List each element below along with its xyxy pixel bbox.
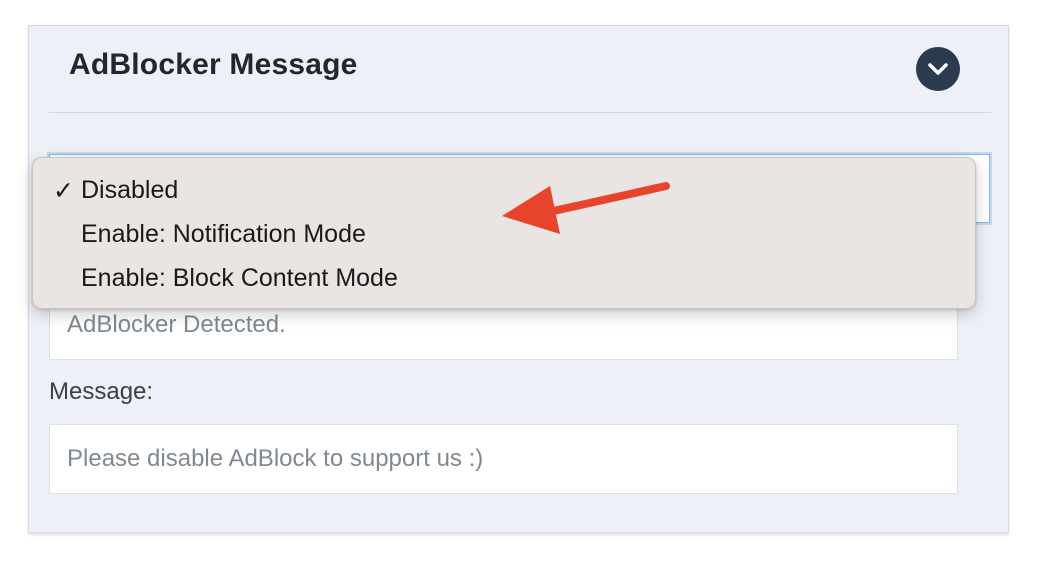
arrow-icon — [502, 182, 670, 234]
collapse-button[interactable] — [916, 47, 960, 91]
header-divider — [49, 112, 991, 113]
option-notification-mode[interactable]: Enable: Notification Mode — [81, 220, 366, 249]
panel-title: AdBlocker Message — [69, 48, 358, 81]
checkmark-icon: ✓ — [53, 176, 74, 205]
chevron-down-icon — [928, 63, 948, 75]
option-block-content-mode[interactable]: Enable: Block Content Mode — [81, 264, 398, 293]
option-disabled[interactable]: Disabled — [81, 176, 178, 205]
message-label: Message: — [49, 378, 154, 405]
page: AdBlocker Message AdBlocker Detected. Me… — [0, 0, 1038, 566]
message-input[interactable]: Please disable AdBlock to support us :) — [49, 424, 958, 494]
